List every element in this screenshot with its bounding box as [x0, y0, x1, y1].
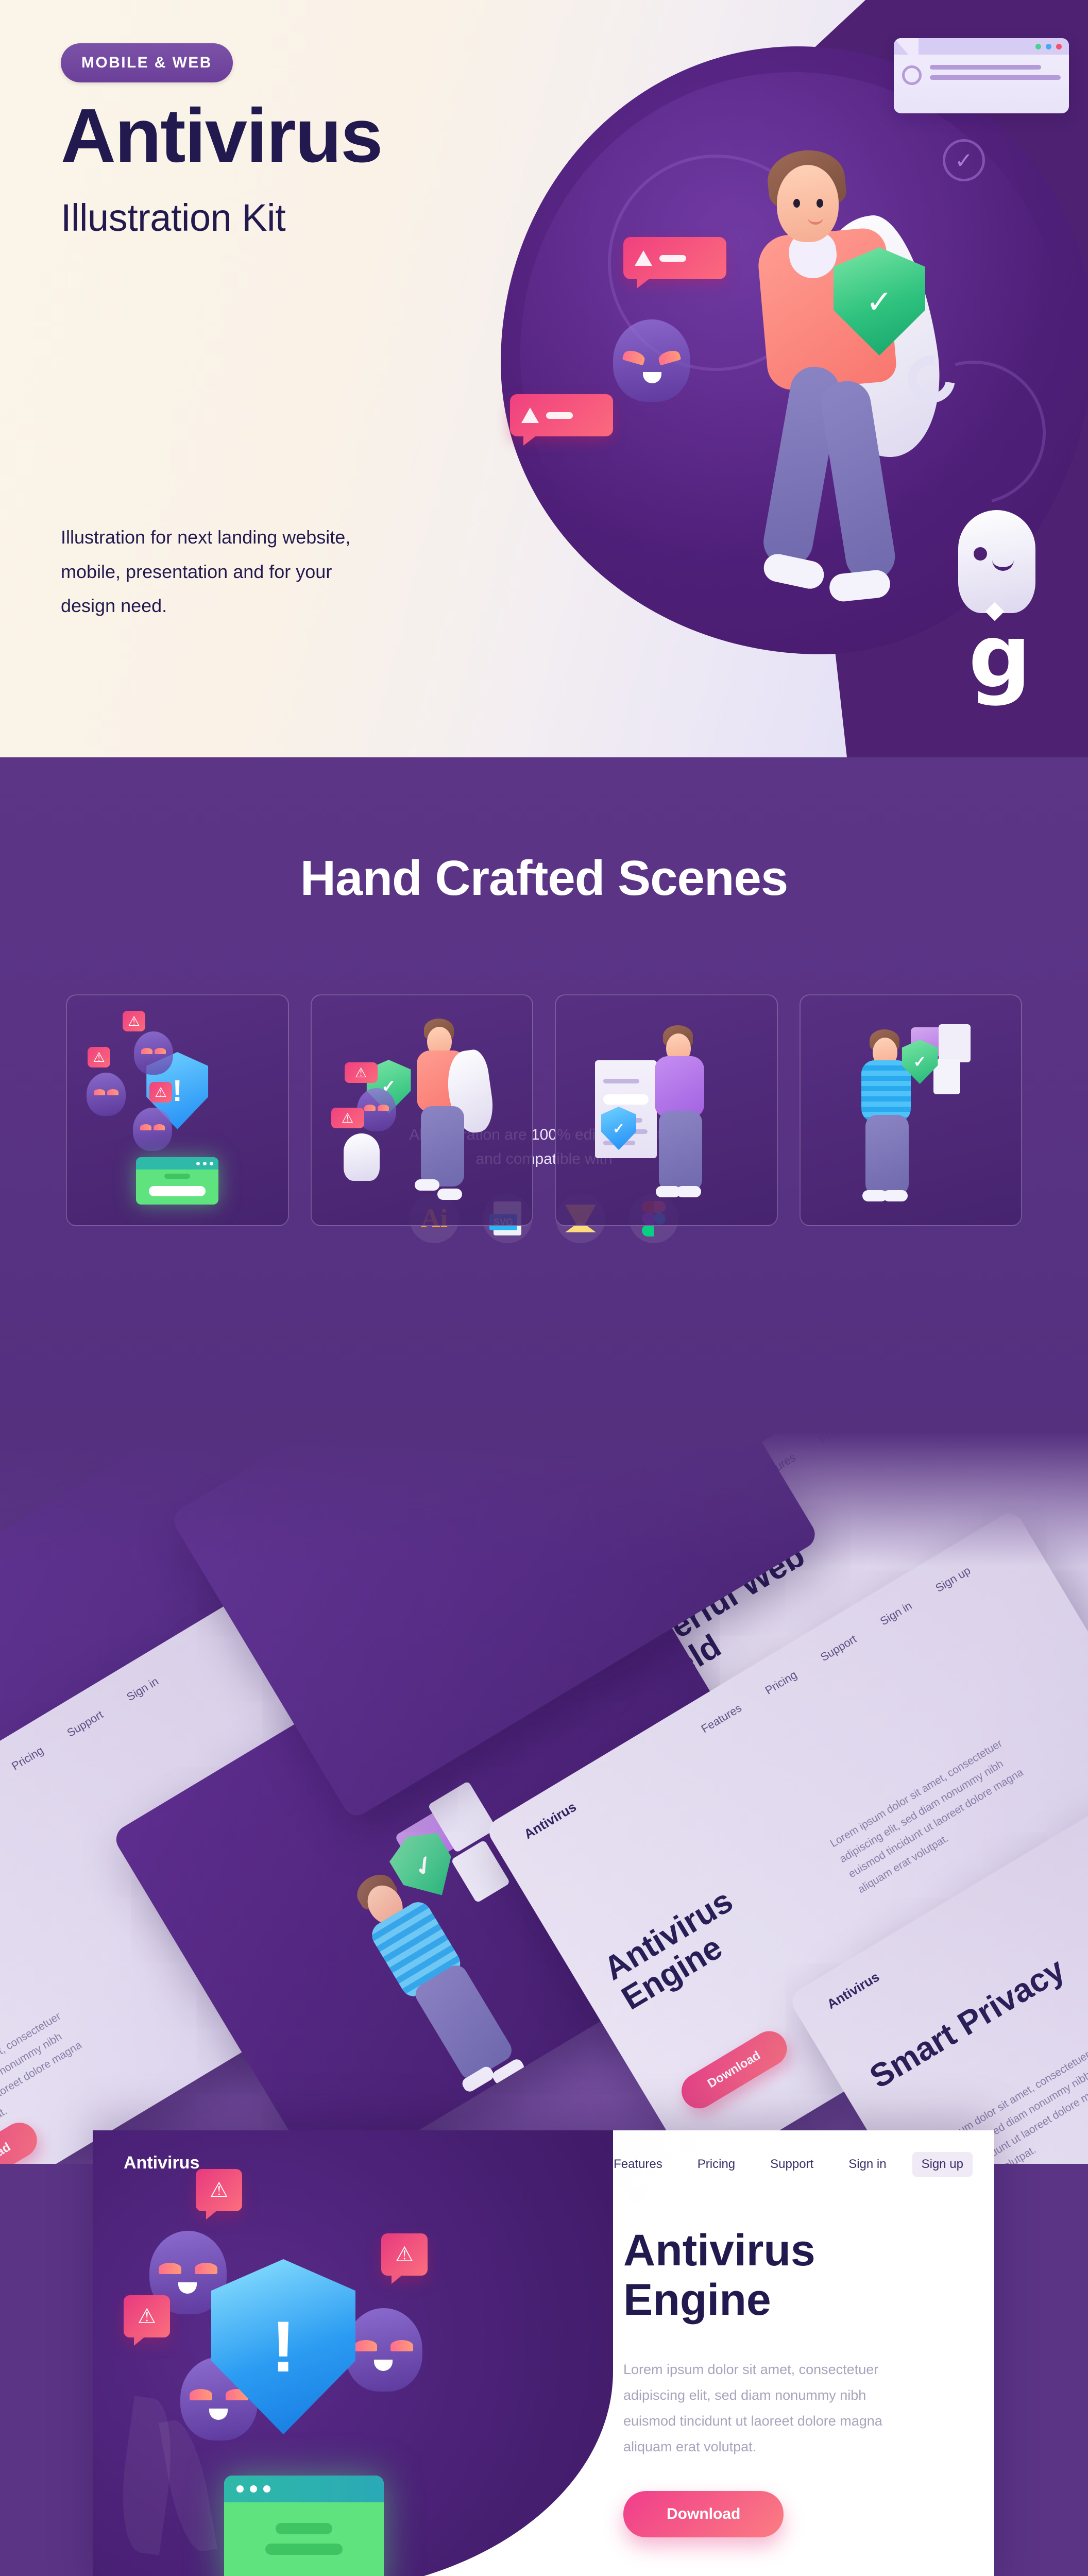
landing-nav-links[interactable]: Features Pricing Support Sign in Sign up	[614, 2152, 973, 2177]
landing-illustration-panel: ⚠ ⚠ ⚠ !	[93, 2130, 613, 2576]
page-subtitle: Illustration Kit	[61, 196, 286, 239]
speech-tail-icon	[894, 38, 919, 66]
alert-badge: ⚠	[331, 1108, 364, 1128]
alert-badge: ⚠	[344, 1062, 378, 1083]
logo-letter: g	[968, 606, 1031, 708]
scene-card[interactable]: ✓ ⚠ ⚠	[310, 994, 533, 1226]
ghost-smile-icon	[992, 560, 1014, 571]
monster-eye-icon	[622, 348, 647, 366]
eye-icon	[793, 199, 800, 208]
alert-badge: ⚠	[123, 1011, 145, 1031]
alert-bubble	[510, 394, 613, 446]
legs-group	[759, 363, 922, 603]
landing-heading-line-2: Engine	[623, 2275, 771, 2325]
scene-card[interactable]: ✓	[555, 994, 778, 1226]
virus-monster-icon	[134, 1031, 173, 1075]
landing-nav-support[interactable]: Support	[770, 2157, 813, 2172]
image-file-icon	[938, 1024, 971, 1062]
hero-section: MOBILE & WEB Antivirus Illustration Kit …	[0, 0, 1088, 757]
landing-nav-pricing[interactable]: Pricing	[698, 2157, 735, 2172]
window-dot-blue-icon	[1046, 43, 1051, 49]
browser-titlebar	[894, 38, 1069, 55]
scene-card[interactable]: ✓	[799, 994, 1022, 1226]
hero-description: Illustration for next landing website, m…	[61, 527, 351, 617]
alert-text-placeholder	[659, 255, 686, 262]
monster-eye-icon	[657, 348, 682, 366]
virus-monster-icon	[345, 2308, 422, 2392]
brand-logo: g	[968, 602, 1031, 701]
alert-text-placeholder	[546, 412, 573, 419]
landing-heading-line-1: Antivirus	[623, 2226, 815, 2275]
landing-nav-signup[interactable]: Sign up	[912, 2152, 973, 2177]
warning-triangle-icon	[521, 408, 539, 423]
shield-glyph: !	[271, 2306, 296, 2387]
mockups-top-fade	[0, 1432, 1088, 1566]
category-badge: MOBILE & WEB	[61, 43, 233, 82]
head-shape	[777, 165, 839, 242]
ghost-icon	[958, 510, 1035, 613]
alert-badge: ⚠	[381, 2233, 428, 2284]
hero-character-illustration: ✓	[716, 77, 1035, 659]
ghost-icon	[343, 1133, 380, 1181]
scenes-title: Hand Crafted Scenes	[300, 851, 789, 906]
landing-heading: Antivirus Engine	[623, 2226, 815, 2325]
password-window-icon	[224, 2476, 384, 2576]
page-title: Antivirus	[61, 93, 383, 178]
shoe-shape	[828, 568, 892, 603]
password-window-icon	[136, 1157, 219, 1205]
placeholder-line	[930, 65, 1041, 70]
leg-shape	[818, 377, 898, 584]
landing-brand: Antivirus	[124, 2153, 200, 2173]
shoe-shape	[761, 551, 827, 591]
window-dot-red-icon	[1056, 43, 1062, 49]
window-dot-green-icon	[1035, 43, 1041, 49]
virus-monster-icon	[133, 1108, 172, 1151]
virus-monster-icon	[87, 1073, 126, 1116]
alert-badge: ⚠	[149, 1082, 172, 1103]
scene-cards-row: ! ⚠ ⚠ ⚠ ✓ ⚠ ⚠ ✓ ✓	[66, 994, 1022, 1226]
landing-download-button[interactable]: Download	[623, 2491, 784, 2537]
monster-mouth-icon	[643, 372, 661, 383]
warning-triangle-icon	[635, 250, 652, 266]
login-form-icon	[595, 1060, 657, 1158]
poster-page: MOBILE & WEB Antivirus Illustration Kit …	[0, 0, 1088, 2576]
landing-nav-features[interactable]: Features	[614, 2157, 662, 2172]
landing-nav-signin[interactable]: Sign in	[848, 2157, 886, 2172]
alert-bubble	[623, 237, 726, 289]
alert-badge: ⚠	[88, 1047, 110, 1067]
virus-monster-icon	[613, 319, 690, 402]
landing-preview: ⚠ ⚠ ⚠ ! Antivirus Features Pricing Suppo…	[93, 2130, 994, 2576]
eye-icon	[817, 199, 823, 208]
landing-body: Lorem ipsum dolor sit amet, consectetuer…	[623, 2362, 882, 2454]
scene-card[interactable]: ! ⚠ ⚠ ⚠	[66, 994, 289, 1226]
alert-badge: ⚠	[124, 2295, 170, 2346]
